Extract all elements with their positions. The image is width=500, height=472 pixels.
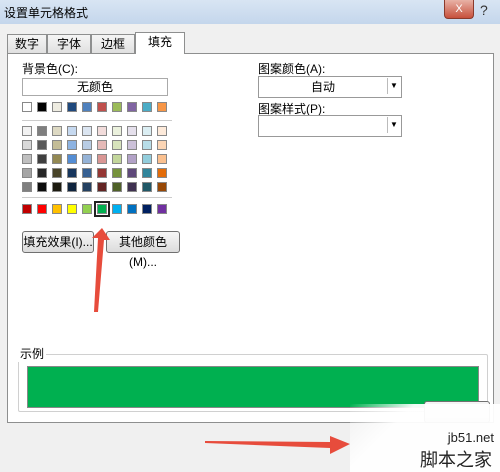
annotation-arrows [92, 228, 350, 454]
sample-label: 示例 [18, 345, 47, 362]
arrow-right-icon [205, 436, 350, 454]
tab-fill[interactable]: 填充 [135, 32, 185, 54]
arrow-up-icon [92, 228, 110, 312]
